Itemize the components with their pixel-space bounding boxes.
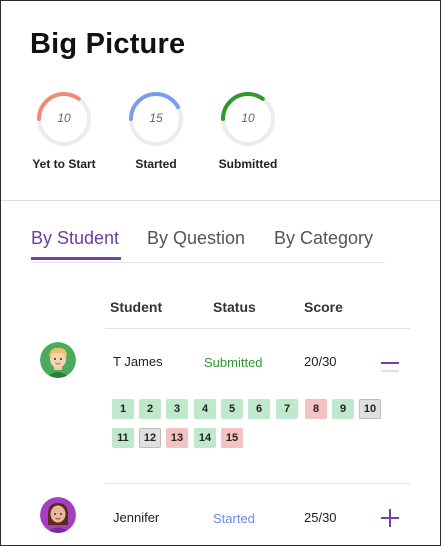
tab-by-question[interactable]: By Question bbox=[147, 228, 245, 249]
stat-count: 10 bbox=[241, 111, 255, 125]
question-box[interactable]: 3 bbox=[166, 399, 188, 419]
question-box[interactable]: 5 bbox=[221, 399, 243, 419]
question-box[interactable]: 2 bbox=[139, 399, 161, 419]
question-box[interactable]: 10 bbox=[359, 399, 381, 419]
student-score: 25/30 bbox=[304, 510, 337, 525]
student-name[interactable]: Jennifer bbox=[113, 510, 159, 525]
tab-by-student[interactable]: By Student bbox=[31, 228, 119, 249]
question-box[interactable]: 15 bbox=[221, 428, 243, 448]
plus-icon bbox=[381, 509, 399, 527]
question-box[interactable]: 12 bbox=[139, 428, 161, 448]
status-badge: Submitted bbox=[204, 355, 263, 370]
page-title: Big Picture bbox=[30, 28, 186, 60]
question-box[interactable]: 4 bbox=[194, 399, 216, 419]
question-box[interactable]: 13 bbox=[166, 428, 188, 448]
stat-label: Submitted bbox=[218, 157, 278, 171]
section-divider bbox=[1, 200, 440, 201]
question-box[interactable]: 8 bbox=[305, 399, 327, 419]
big-picture-panel: Big Picture 10 Yet to Start 15 Started 1… bbox=[0, 0, 441, 546]
question-box[interactable]: 9 bbox=[332, 399, 354, 419]
avatar bbox=[40, 342, 76, 378]
stat-count: 15 bbox=[149, 111, 163, 125]
question-box[interactable]: 11 bbox=[112, 428, 134, 448]
question-box[interactable]: 1 bbox=[112, 399, 134, 419]
avatar bbox=[40, 497, 76, 533]
header-divider bbox=[105, 328, 410, 329]
active-tab-indicator bbox=[31, 257, 121, 260]
student-name[interactable]: T James bbox=[113, 354, 163, 369]
stat-submitted: 10 Submitted bbox=[198, 91, 298, 171]
minus-icon bbox=[381, 362, 399, 372]
student-score: 20/30 bbox=[304, 354, 337, 369]
column-header-score[interactable]: Score bbox=[304, 299, 343, 315]
column-header-student[interactable]: Student bbox=[110, 299, 162, 315]
question-box[interactable]: 6 bbox=[248, 399, 270, 419]
row-divider bbox=[105, 483, 410, 484]
tab-by-category[interactable]: By Category bbox=[274, 228, 373, 249]
status-badge: Started bbox=[213, 511, 255, 526]
stat-count: 10 bbox=[57, 111, 71, 125]
question-box[interactable]: 7 bbox=[276, 399, 298, 419]
expand-button[interactable] bbox=[380, 508, 400, 528]
question-box[interactable]: 14 bbox=[194, 428, 216, 448]
column-header-status[interactable]: Status bbox=[213, 299, 256, 315]
stat-label: Yet to Start bbox=[32, 157, 96, 171]
collapse-button[interactable] bbox=[380, 353, 400, 373]
stat-started: 15 Started bbox=[106, 91, 206, 171]
tab-bar: By Student By Question By Category bbox=[31, 228, 385, 263]
stat-label: Started bbox=[135, 157, 177, 171]
stat-yet-to-start: 10 Yet to Start bbox=[14, 91, 114, 171]
